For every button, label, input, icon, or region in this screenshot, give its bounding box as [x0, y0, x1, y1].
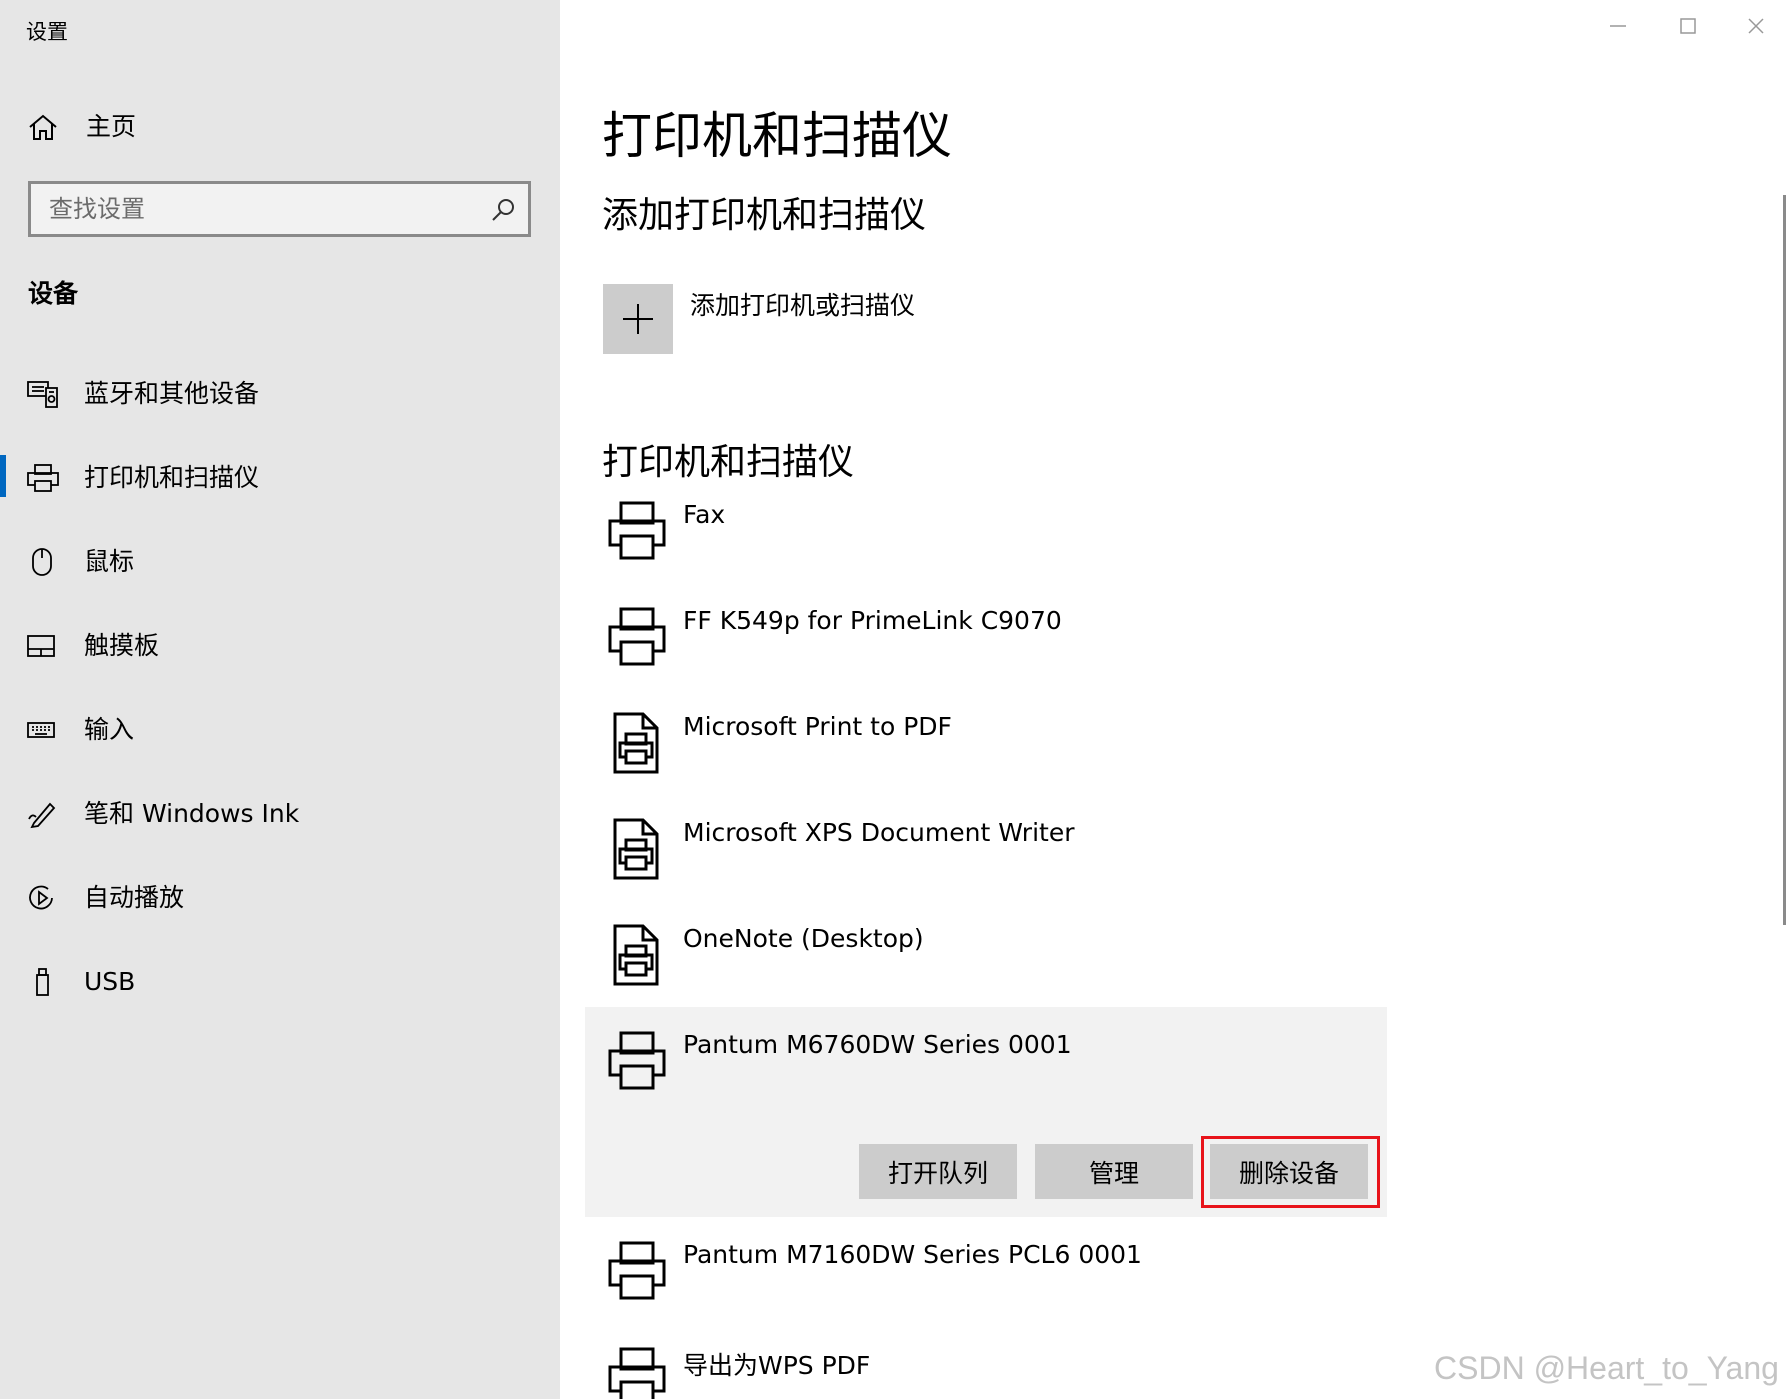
sidebar-item-input[interactable]: 输入 [0, 701, 560, 759]
app-title: 设置 [26, 20, 68, 44]
sidebar-item-usb[interactable]: USB [0, 953, 560, 1011]
sidebar-item-bluetooth[interactable]: 蓝牙和其他设备 [0, 365, 560, 423]
printer-name: FF K549p for PrimeLink C9070 [683, 606, 1062, 635]
add-printer-button[interactable] [603, 284, 673, 354]
sidebar-item-home[interactable]: 主页 [0, 98, 560, 156]
document-printer-icon [613, 924, 659, 986]
watermark: CSDN @Heart_to_Yang [1434, 1350, 1779, 1386]
pen-icon [28, 802, 56, 829]
printer-icon [608, 1347, 666, 1399]
open-queue-button[interactable]: 打开队列 [859, 1144, 1017, 1199]
maximize-icon[interactable] [1660, 6, 1716, 46]
printer-name: 导出为WPS PDF [683, 1351, 871, 1380]
search-icon[interactable] [490, 197, 516, 223]
keyboard-icon [27, 722, 55, 738]
highlight-box [1201, 1136, 1380, 1208]
manage-button[interactable]: 管理 [1035, 1144, 1193, 1199]
bluetooth-devices-icon [27, 381, 58, 408]
sidebar-item-label: 触摸板 [84, 631, 160, 660]
sidebar-item-autoplay[interactable]: 自动播放 [0, 869, 560, 927]
search-input[interactable] [31, 184, 491, 234]
sidebar-item-printers[interactable]: 打印机和扫描仪 [0, 449, 560, 507]
printer-icon [608, 501, 666, 560]
printer-icon [27, 464, 59, 492]
printer-item[interactable]: Fax [585, 500, 1387, 570]
page-title: 打印机和扫描仪 [602, 107, 952, 165]
add-printer-label[interactable]: 添加打印机或扫描仪 [690, 286, 915, 322]
sidebar-item-label: 自动播放 [84, 883, 185, 912]
sidebar-item-label: 主页 [86, 112, 137, 141]
sidebar-item-label: 鼠标 [84, 547, 135, 576]
touchpad-icon [27, 635, 55, 657]
minimize-icon[interactable] [1590, 6, 1646, 46]
usb-icon [36, 968, 49, 996]
printer-item[interactable]: 导出为WPS PDF [585, 1346, 1387, 1399]
close-icon[interactable] [1728, 6, 1784, 46]
scrollbar[interactable] [1783, 195, 1786, 925]
sidebar-item-label: USB [84, 967, 136, 996]
printer-list-title: 打印机和扫描仪 [602, 442, 855, 483]
document-printer-icon [613, 712, 659, 774]
sidebar-item-label: 蓝牙和其他设备 [84, 379, 260, 408]
sidebar: 设置 主页 设备 蓝牙和其他设备 打印机 [0, 0, 560, 1399]
printer-icon [608, 1241, 666, 1300]
printer-item[interactable]: Microsoft XPS Document Writer [585, 818, 1387, 888]
printer-item[interactable]: FF K549p for PrimeLink C9070 [585, 606, 1387, 676]
printer-name: Pantum M7160DW Series PCL6 0001 [683, 1240, 1142, 1269]
autoplay-icon [29, 885, 53, 910]
document-printer-icon [613, 818, 659, 880]
home-icon [29, 114, 57, 140]
printer-name: Microsoft XPS Document Writer [683, 818, 1075, 847]
sidebar-item-label: 打印机和扫描仪 [84, 463, 260, 492]
add-section-title: 添加打印机和扫描仪 [602, 195, 927, 236]
printer-icon [608, 607, 666, 666]
sidebar-item-label: 笔和 Windows Ink [84, 799, 300, 828]
sidebar-item-touchpad[interactable]: 触摸板 [0, 617, 560, 675]
printer-name: Fax [683, 500, 726, 529]
printer-icon [608, 1031, 666, 1090]
printer-item[interactable]: Pantum M7160DW Series PCL6 0001 [585, 1240, 1387, 1310]
sidebar-item-mouse[interactable]: 鼠标 [0, 533, 560, 591]
plus-icon [623, 304, 653, 334]
section-title: 设备 [28, 279, 79, 308]
printer-item[interactable]: OneNote (Desktop) [585, 924, 1387, 994]
mouse-icon [32, 548, 52, 576]
sidebar-item-label: 输入 [84, 715, 135, 744]
printer-item[interactable]: Microsoft Print to PDF [585, 712, 1387, 782]
printer-name: OneNote (Desktop) [683, 924, 924, 953]
printer-name: Microsoft Print to PDF [683, 712, 952, 741]
printer-name: Pantum M6760DW Series 0001 [683, 1030, 1072, 1059]
printer-item-selected[interactable]: Pantum M6760DW Series 0001 [585, 1030, 1387, 1100]
search-box[interactable] [28, 181, 531, 237]
sidebar-item-pen[interactable]: 笔和 Windows Ink [0, 785, 560, 843]
